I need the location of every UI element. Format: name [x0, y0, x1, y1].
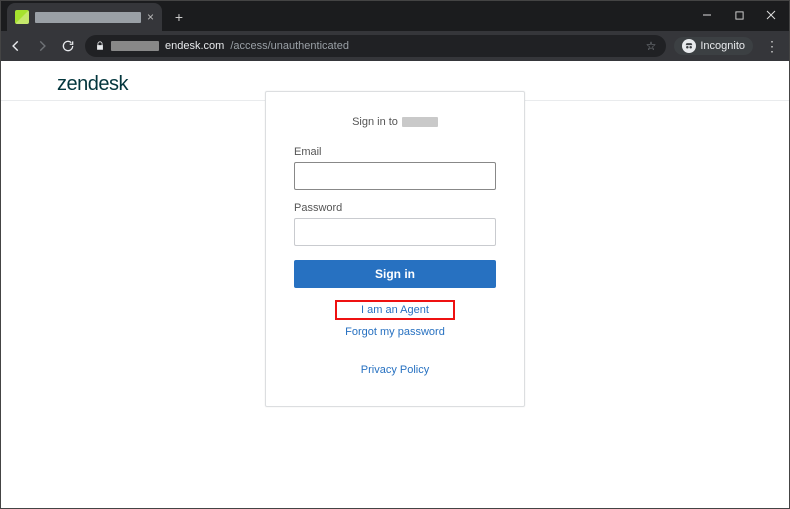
maximize-button[interactable] — [725, 4, 753, 26]
lock-icon — [95, 41, 105, 51]
reload-button[interactable] — [59, 37, 77, 55]
tab-title — [35, 12, 141, 23]
signin-heading: Sign in to — [294, 116, 496, 128]
password-field[interactable] — [294, 218, 496, 246]
minimize-button[interactable] — [693, 4, 721, 26]
url-field[interactable]: endesk.com/access/unauthenticated ☆ — [85, 35, 666, 57]
brand-logo: zendesk — [57, 73, 128, 96]
email-field[interactable] — [294, 162, 496, 190]
forgot-password-link[interactable]: Forgot my password — [294, 326, 496, 338]
password-label: Password — [294, 202, 496, 214]
forward-button[interactable] — [33, 37, 51, 55]
tenant-name-mask — [402, 117, 438, 127]
browser-menu-button[interactable]: ⋮ — [761, 38, 783, 55]
incognito-icon — [682, 39, 696, 53]
address-bar: endesk.com/access/unauthenticated ☆ Inco… — [1, 31, 789, 61]
url-tenant-mask — [111, 41, 159, 51]
signin-prefix: Sign in to — [352, 116, 398, 128]
email-label: Email — [294, 146, 496, 158]
close-tab-icon[interactable]: × — [147, 10, 154, 24]
back-button[interactable] — [7, 37, 25, 55]
close-window-button[interactable] — [757, 4, 785, 26]
login-card: Sign in to Email Password Sign in I am a… — [265, 91, 525, 407]
agent-link[interactable]: I am an Agent — [335, 300, 455, 320]
bookmark-icon[interactable]: ☆ — [646, 39, 657, 53]
signin-button[interactable]: Sign in — [294, 260, 496, 288]
tab-bar: × + — [1, 1, 789, 31]
incognito-badge[interactable]: Incognito — [674, 37, 753, 55]
favicon-icon — [15, 10, 29, 24]
url-domain: endesk.com — [165, 40, 224, 52]
incognito-label: Incognito — [700, 40, 745, 52]
url-path: /access/unauthenticated — [230, 40, 349, 52]
page-body: zendesk Sign in to Email Password Sign i… — [1, 61, 789, 508]
browser-tab[interactable]: × — [7, 3, 162, 31]
privacy-link[interactable]: Privacy Policy — [294, 364, 496, 376]
new-tab-button[interactable]: + — [172, 10, 186, 24]
